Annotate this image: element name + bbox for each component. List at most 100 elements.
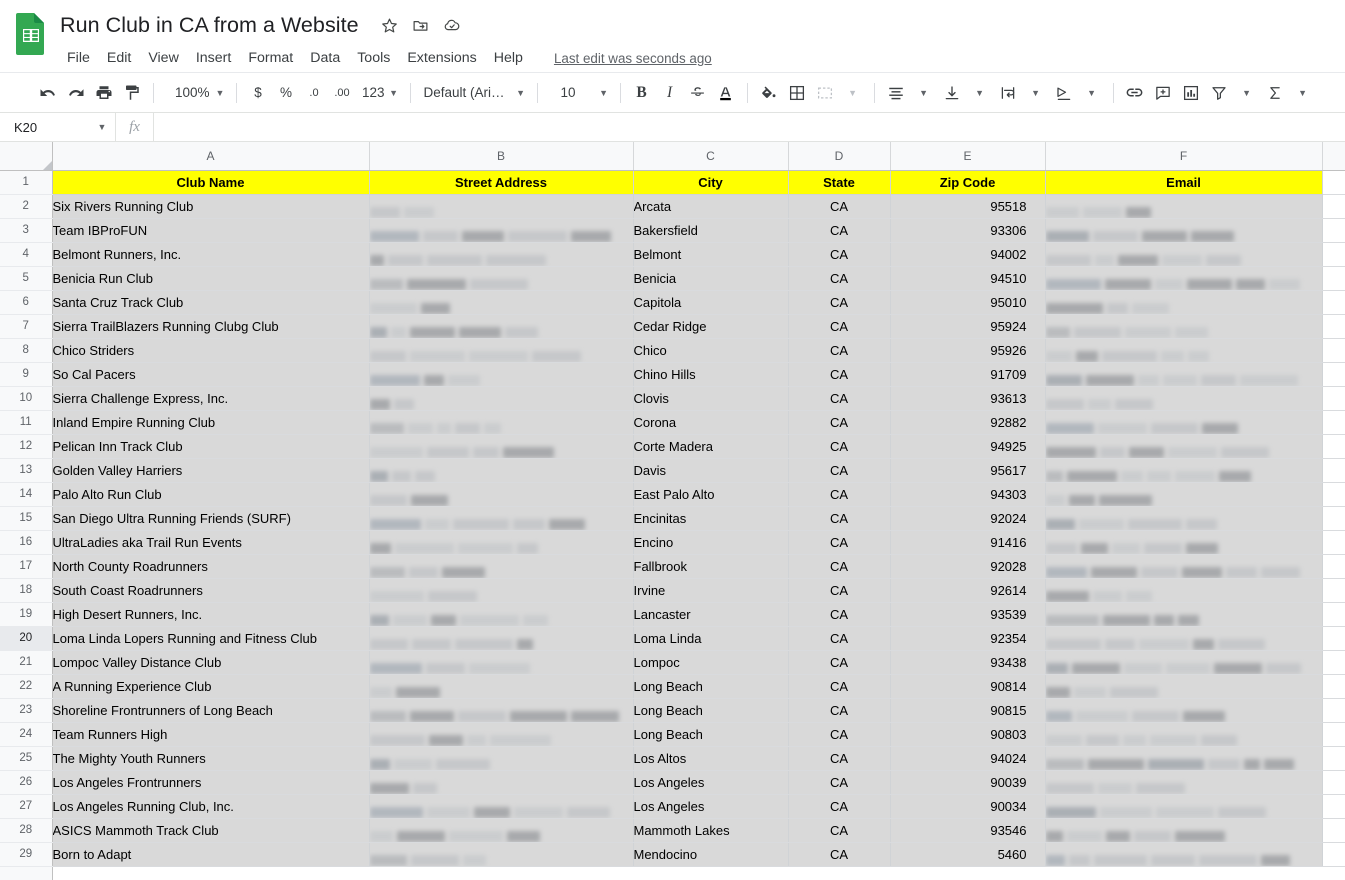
italic-button[interactable]: I bbox=[656, 79, 684, 107]
cell-column-g[interactable] bbox=[1322, 410, 1345, 435]
spreadsheet-grid[interactable]: A B C D E F 1 Club Name Street Address C… bbox=[0, 142, 1345, 880]
cell-zip-code[interactable]: 95924 bbox=[890, 314, 1046, 339]
cell-street-address-redacted[interactable] bbox=[369, 626, 634, 651]
cell-city[interactable]: Benicia bbox=[633, 266, 789, 291]
increase-decimal-button[interactable]: .00 bbox=[328, 79, 356, 107]
cell-club-name[interactable]: Palo Alto Run Club bbox=[52, 482, 370, 507]
cell-column-g[interactable] bbox=[1322, 818, 1345, 843]
cell-city[interactable]: Long Beach bbox=[633, 674, 789, 699]
cell-club-name[interactable]: North County Roadrunners bbox=[52, 554, 370, 579]
cell-street-address-redacted[interactable] bbox=[369, 650, 634, 675]
fill-color-icon[interactable] bbox=[755, 79, 783, 107]
cell-column-g[interactable] bbox=[1322, 530, 1345, 555]
row-header-19[interactable]: 19 bbox=[0, 602, 53, 627]
cell-zip-code[interactable]: 5460 bbox=[890, 842, 1046, 867]
functions-chevron-down-icon[interactable]: ▼ bbox=[1289, 79, 1317, 107]
cell-state[interactable]: CA bbox=[788, 194, 891, 219]
row-header-28[interactable]: 28 bbox=[0, 818, 53, 843]
cell-street-address-redacted[interactable] bbox=[369, 386, 634, 411]
cell-street-address-redacted[interactable] bbox=[369, 290, 634, 315]
cell-state[interactable]: CA bbox=[788, 506, 891, 531]
cell-state[interactable]: CA bbox=[788, 458, 891, 483]
cell-city[interactable]: Los Altos bbox=[633, 746, 789, 771]
cell-club-name[interactable]: Shoreline Frontrunners of Long Beach bbox=[52, 698, 370, 723]
currency-format-button[interactable]: $ bbox=[244, 79, 272, 107]
cell-email-redacted[interactable] bbox=[1045, 794, 1323, 819]
formula-input[interactable] bbox=[154, 113, 1345, 141]
cell-zip-code[interactable]: 91709 bbox=[890, 362, 1046, 387]
cell-email-redacted[interactable] bbox=[1045, 530, 1323, 555]
text-wrap-icon[interactable] bbox=[994, 79, 1022, 107]
cell-city[interactable]: Belmont bbox=[633, 242, 789, 267]
vertical-align-icon[interactable] bbox=[938, 79, 966, 107]
cell-column-g[interactable] bbox=[1322, 314, 1345, 339]
header-email[interactable]: Email bbox=[1045, 170, 1323, 195]
text-color-button[interactable] bbox=[712, 79, 740, 107]
cell-street-address-redacted[interactable] bbox=[369, 506, 634, 531]
cell-club-name[interactable]: So Cal Pacers bbox=[52, 362, 370, 387]
cell-club-name[interactable]: Team Runners High bbox=[52, 722, 370, 747]
cell-state[interactable]: CA bbox=[788, 338, 891, 363]
cell-email-redacted[interactable] bbox=[1045, 386, 1323, 411]
cell-club-name[interactable]: Los Angeles Frontrunners bbox=[52, 770, 370, 795]
cell-street-address-redacted[interactable] bbox=[369, 722, 634, 747]
cell-column-g[interactable] bbox=[1322, 674, 1345, 699]
cell-city[interactable]: Mendocino bbox=[633, 842, 789, 867]
cell-email-redacted[interactable] bbox=[1045, 194, 1323, 219]
horizontal-align-icon[interactable] bbox=[882, 79, 910, 107]
cell-club-name[interactable]: ASICS Mammoth Track Club bbox=[52, 818, 370, 843]
cell-zip-code[interactable]: 93546 bbox=[890, 818, 1046, 843]
cell-column-g[interactable] bbox=[1322, 722, 1345, 747]
cell-column-g[interactable] bbox=[1322, 650, 1345, 675]
cell-email-redacted[interactable] bbox=[1045, 674, 1323, 699]
chevron-down-icon[interactable]: ▼ bbox=[95, 114, 109, 140]
cell-city[interactable]: Arcata bbox=[633, 194, 789, 219]
cell-email-redacted[interactable] bbox=[1045, 602, 1323, 627]
row-header-16[interactable]: 16 bbox=[0, 530, 53, 555]
cell-g1[interactable] bbox=[1322, 170, 1345, 195]
menu-file[interactable]: File bbox=[59, 46, 98, 70]
cell-street-address-redacted[interactable] bbox=[369, 674, 634, 699]
row-header-27[interactable]: 27 bbox=[0, 794, 53, 819]
cell-city[interactable]: Davis bbox=[633, 458, 789, 483]
cell-city[interactable]: Cedar Ridge bbox=[633, 314, 789, 339]
cell-club-name[interactable]: The Mighty Youth Runners bbox=[52, 746, 370, 771]
row-header-26[interactable]: 26 bbox=[0, 770, 53, 795]
print-icon[interactable] bbox=[90, 79, 118, 107]
cell-street-address-redacted[interactable] bbox=[369, 530, 634, 555]
cell-state[interactable]: CA bbox=[788, 650, 891, 675]
cell-column-g[interactable] bbox=[1322, 362, 1345, 387]
cell-state[interactable]: CA bbox=[788, 218, 891, 243]
cell-state[interactable]: CA bbox=[788, 434, 891, 459]
cell-email-redacted[interactable] bbox=[1045, 218, 1323, 243]
menu-help[interactable]: Help bbox=[486, 46, 531, 70]
cell-street-address-redacted[interactable] bbox=[369, 338, 634, 363]
row-header-18[interactable]: 18 bbox=[0, 578, 53, 603]
cell-zip-code[interactable]: 91416 bbox=[890, 530, 1046, 555]
cell-state[interactable]: CA bbox=[788, 554, 891, 579]
cell-club-name[interactable]: Loma Linda Lopers Running and Fitness Cl… bbox=[52, 626, 370, 651]
cell-zip-code[interactable]: 94510 bbox=[890, 266, 1046, 291]
cell-state[interactable]: CA bbox=[788, 386, 891, 411]
cell-city[interactable]: Los Angeles bbox=[633, 794, 789, 819]
cell-street-address-redacted[interactable] bbox=[369, 266, 634, 291]
cell-zip-code[interactable]: 93306 bbox=[890, 218, 1046, 243]
cell-city[interactable]: Irvine bbox=[633, 578, 789, 603]
cell-street-address-redacted[interactable] bbox=[369, 362, 634, 387]
cell-street-address-redacted[interactable] bbox=[369, 794, 634, 819]
row-header-15[interactable]: 15 bbox=[0, 506, 53, 531]
cell-column-g[interactable] bbox=[1322, 194, 1345, 219]
star-icon[interactable] bbox=[377, 12, 403, 38]
cell-city[interactable]: Chino Hills bbox=[633, 362, 789, 387]
cell-column-g[interactable] bbox=[1322, 794, 1345, 819]
text-rotation-chevron-down-icon[interactable]: ▼ bbox=[1078, 79, 1106, 107]
cell-city[interactable]: Encinitas bbox=[633, 506, 789, 531]
decrease-decimal-button[interactable]: .0 bbox=[300, 79, 328, 107]
cell-city[interactable]: Capitola bbox=[633, 290, 789, 315]
menu-format[interactable]: Format bbox=[240, 46, 301, 70]
column-header-f[interactable]: F bbox=[1045, 142, 1323, 171]
cell-column-g[interactable] bbox=[1322, 242, 1345, 267]
cell-column-g[interactable] bbox=[1322, 506, 1345, 531]
text-wrap-chevron-down-icon[interactable]: ▼ bbox=[1022, 79, 1050, 107]
cell-street-address-redacted[interactable] bbox=[369, 554, 634, 579]
